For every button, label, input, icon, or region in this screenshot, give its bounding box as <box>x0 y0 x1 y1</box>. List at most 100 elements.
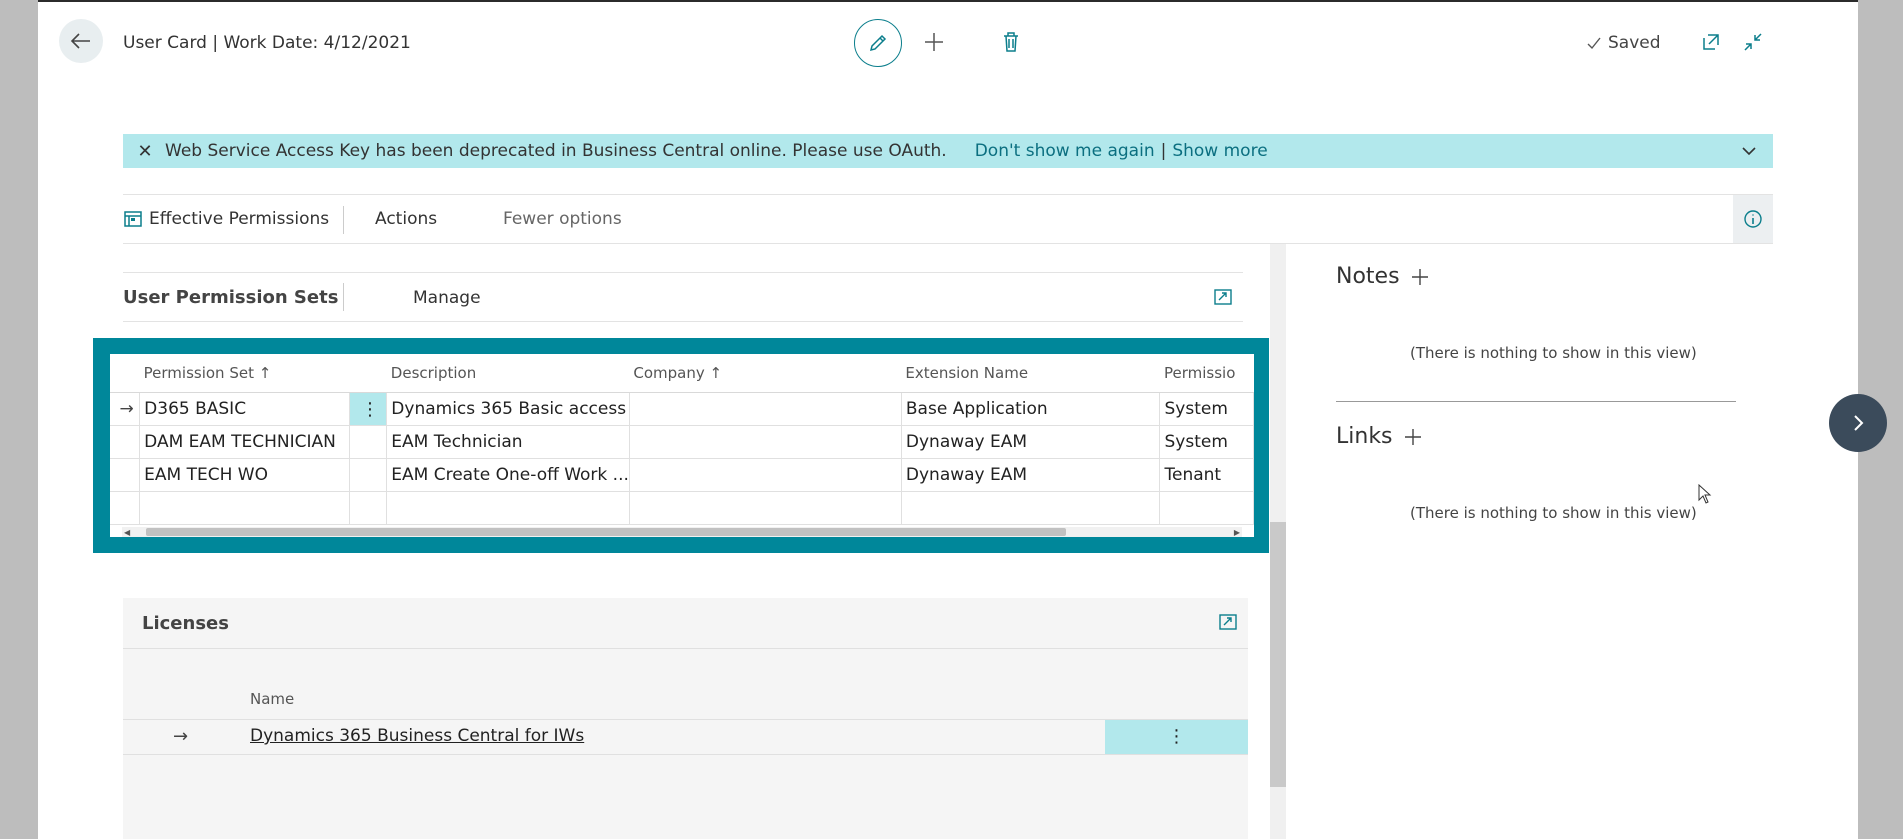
trash-icon <box>1004 32 1018 52</box>
effective-permissions-label: Effective Permissions <box>149 209 330 229</box>
cell-company[interactable] <box>628 392 902 426</box>
licenses-title: Licenses <box>142 613 229 634</box>
row-actions-cell[interactable] <box>348 425 388 459</box>
column-header-extension-name[interactable]: Extension Name <box>901 354 1160 393</box>
row-actions-icon[interactable]: ⋮ <box>348 392 388 426</box>
vertical-scrollbar[interactable] <box>1270 244 1286 839</box>
banner-separator: | <box>1160 141 1167 161</box>
links-header: Links <box>1336 424 1423 449</box>
table-row[interactable]: DAM EAM TECHNICIAN EAM Technician Dynawa… <box>110 425 1254 459</box>
notes-empty-message: (There is nothing to show in this view) <box>1410 344 1697 362</box>
collapse-icon <box>1744 33 1762 51</box>
vertical-scrollbar-thumb[interactable] <box>1270 522 1286 787</box>
part-divider <box>343 283 344 311</box>
cell-permission-set[interactable] <box>139 491 350 525</box>
factbox-divider <box>1336 401 1736 402</box>
table-row[interactable]: → Dynamics 365 Business Central for IWs … <box>123 719 1248 755</box>
notification-banner: ✕ Web Service Access Key has been deprec… <box>123 134 1773 168</box>
permissions-icon <box>124 211 142 227</box>
permission-sets-grid: Permission Set ↑ Description Company ↑ E… <box>110 354 1254 537</box>
plus-icon[interactable] <box>1403 427 1423 447</box>
notes-title: Notes <box>1336 264 1400 289</box>
cell-extension-name[interactable]: Base Application <box>900 392 1161 426</box>
factbox-toggle-button[interactable] <box>1733 195 1773 243</box>
actions-label: Actions <box>375 209 438 229</box>
links-title: Links <box>1336 424 1393 449</box>
dont-show-again-link[interactable]: Don't show me again <box>975 141 1155 161</box>
row-selector[interactable] <box>110 425 141 459</box>
table-row[interactable]: EAM TECH WO EAM Create One-off Work ... … <box>110 458 1254 492</box>
cell-description[interactable]: EAM Create One-off Work ... <box>386 458 630 492</box>
column-header-description[interactable]: Description <box>386 354 630 393</box>
next-record-button[interactable] <box>1829 394 1887 452</box>
license-name-link[interactable]: Dynamics 365 Business Central for IWs <box>250 726 584 746</box>
cell-permission-set[interactable]: DAM EAM TECHNICIAN <box>139 425 350 459</box>
cell-description[interactable] <box>386 491 630 525</box>
back-button[interactable] <box>59 19 103 63</box>
current-row-arrow-icon: → <box>173 726 189 747</box>
actions-menu[interactable]: Actions <box>375 209 437 229</box>
expand-icon[interactable] <box>1218 612 1238 632</box>
cell-permission-scope[interactable] <box>1159 491 1254 525</box>
plus-icon[interactable] <box>1410 267 1430 287</box>
cell-extension-name[interactable]: Dynaway EAM <box>900 458 1161 492</box>
row-selector[interactable] <box>110 458 141 492</box>
delete-button[interactable] <box>996 27 1026 57</box>
new-row[interactable] <box>110 491 1254 525</box>
permission-sets-part-header: User Permission Sets Manage <box>123 272 1243 322</box>
row-selector-header <box>110 354 140 393</box>
horizontal-scrollbar[interactable]: ◀ ▶ <box>122 527 1242 537</box>
show-more-link[interactable]: Show more <box>1172 141 1267 161</box>
manage-menu[interactable]: Manage <box>413 288 481 308</box>
table-row[interactable]: → D365 BASIC ⋮ Dynamics 365 Basic access… <box>110 392 1254 426</box>
links-empty-message: (There is nothing to show in this view) <box>1410 504 1697 522</box>
top-border <box>38 0 1858 2</box>
scroll-right-icon[interactable]: ▶ <box>1234 528 1240 537</box>
collapse-button[interactable] <box>1738 27 1768 57</box>
row-actions-cell[interactable] <box>348 458 388 492</box>
cell-permission-scope[interactable]: System <box>1159 425 1254 459</box>
cell-description[interactable]: Dynamics 365 Basic access <box>386 392 630 426</box>
cell-description[interactable]: EAM Technician <box>386 425 630 459</box>
licenses-header: Licenses <box>123 598 1248 649</box>
cell-permission-scope[interactable]: System <box>1159 392 1254 426</box>
cell-permission-set[interactable]: D365 BASIC <box>139 392 350 426</box>
new-button[interactable] <box>919 27 949 57</box>
cell-permission-scope[interactable]: Tenant <box>1159 458 1254 492</box>
cell-company[interactable] <box>628 491 902 525</box>
mouse-cursor-icon <box>1698 483 1712 508</box>
chevron-down-icon[interactable] <box>1739 141 1759 161</box>
edit-button[interactable] <box>854 19 902 67</box>
pencil-icon <box>869 34 887 52</box>
chevron-right-icon <box>1854 415 1864 431</box>
column-header-company[interactable]: Company ↑ <box>629 354 902 393</box>
notes-header: Notes <box>1336 264 1430 289</box>
column-header-name[interactable]: Name <box>250 690 294 708</box>
row-actions-cell[interactable] <box>348 491 388 525</box>
open-new-window-button[interactable] <box>1696 27 1726 57</box>
saved-status: Saved <box>1586 33 1661 53</box>
grid-header-row: Permission Set ↑ Description Company ↑ E… <box>110 354 1254 393</box>
row-selector[interactable] <box>110 491 141 525</box>
fewer-options-button[interactable]: Fewer options <box>503 209 622 229</box>
left-backdrop <box>0 0 38 839</box>
effective-permissions-action[interactable]: Effective Permissions <box>123 209 329 229</box>
action-divider <box>343 206 344 234</box>
banner-message: Web Service Access Key has been deprecat… <box>165 141 947 161</box>
row-actions-icon[interactable]: ⋮ <box>1105 720 1248 754</box>
page-title: User Card | Work Date: 4/12/2021 <box>123 33 411 53</box>
cell-company[interactable] <box>628 458 902 492</box>
column-header-permission-scope[interactable]: Permissio <box>1159 354 1254 393</box>
expand-icon[interactable] <box>1213 287 1233 307</box>
cell-extension-name[interactable] <box>900 491 1161 525</box>
current-row-arrow-icon: → <box>110 392 141 426</box>
close-icon[interactable]: ✕ <box>129 141 161 162</box>
scroll-left-icon[interactable]: ◀ <box>124 528 130 537</box>
cell-company[interactable] <box>628 425 902 459</box>
cell-extension-name[interactable]: Dynaway EAM <box>900 425 1161 459</box>
scrollbar-thumb[interactable] <box>146 528 1066 536</box>
saved-label: Saved <box>1608 33 1661 53</box>
column-header-permission-set[interactable]: Permission Set ↑ <box>139 354 350 393</box>
cell-permission-set[interactable]: EAM TECH WO <box>139 458 350 492</box>
permission-sets-title: User Permission Sets <box>123 287 339 308</box>
